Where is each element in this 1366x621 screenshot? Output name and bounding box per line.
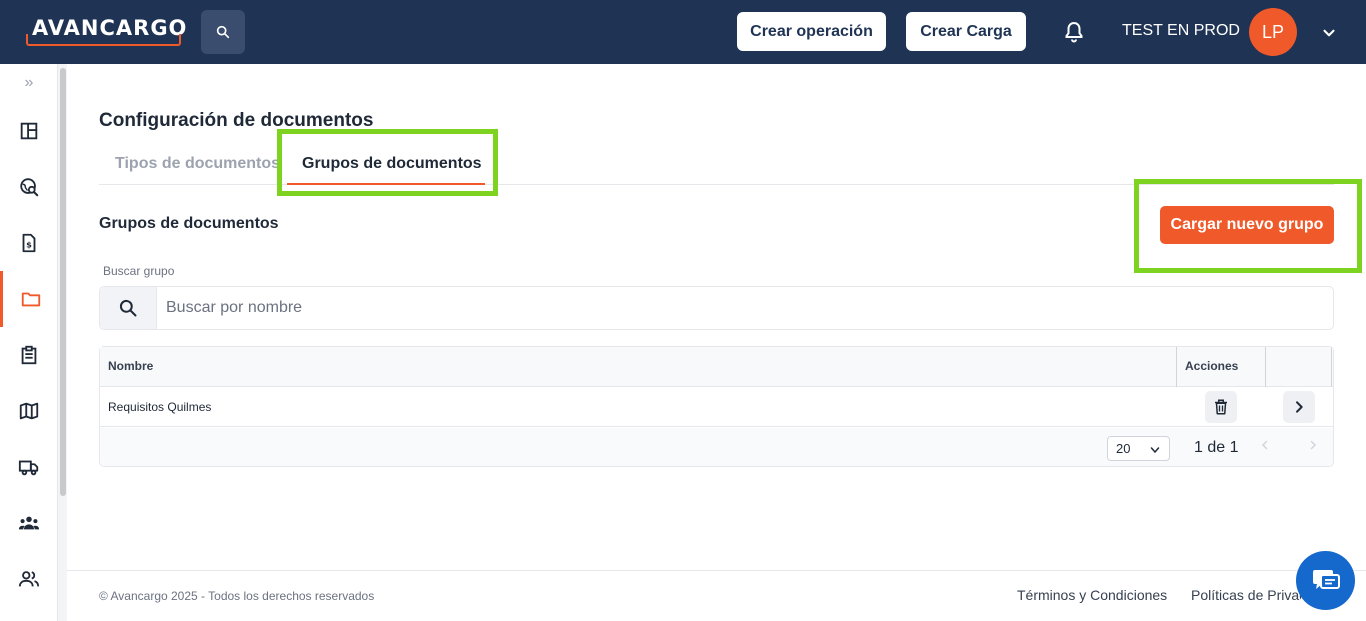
column-header-name[interactable]: Nombre xyxy=(108,359,153,373)
table-pagination: 20 1 de 1 xyxy=(100,428,1333,466)
page-info: 1 de 1 xyxy=(1194,439,1239,456)
privacy-link[interactable]: Políticas de Privacidad xyxy=(1191,587,1301,603)
table-header: Nombre Acciones xyxy=(100,347,1333,387)
logo-underline xyxy=(26,34,181,46)
sidebar-item-tracking[interactable] xyxy=(0,159,58,215)
create-load-button[interactable]: Crear Carga xyxy=(906,12,1026,51)
sidebar-item-users[interactable] xyxy=(0,551,58,607)
invoice-icon: $ xyxy=(22,233,36,253)
next-page-button[interactable] xyxy=(1304,438,1322,456)
sidebar-item-dashboard[interactable] xyxy=(0,103,58,159)
trash-icon xyxy=(1215,399,1227,415)
page-size-select[interactable]: 20 xyxy=(1107,436,1170,461)
tab-document-types[interactable]: Tipos de documentos xyxy=(115,155,280,173)
avancargo-logo[interactable]: AVANCARGO xyxy=(26,14,186,46)
users-icon xyxy=(18,571,40,587)
dashboard-icon xyxy=(20,122,38,140)
create-operation-button[interactable]: Crear operación xyxy=(737,12,886,51)
tracking-search-icon xyxy=(20,178,39,197)
map-icon xyxy=(19,402,39,420)
search-group xyxy=(99,286,1334,330)
column-separator xyxy=(1176,347,1177,387)
sidebar-item-documents[interactable] xyxy=(0,271,58,327)
highlight-box-button xyxy=(1134,179,1362,273)
groups-icon xyxy=(18,516,40,530)
chevron-down-icon xyxy=(1150,447,1160,454)
chat-icon xyxy=(1312,569,1340,589)
sidebar-item-invoices[interactable]: $ xyxy=(0,215,58,271)
chevron-left-icon xyxy=(1261,440,1268,450)
footer-divider xyxy=(67,570,1366,571)
avatar[interactable]: LP xyxy=(1249,8,1297,56)
sidebar-scrollbar-thumb[interactable] xyxy=(60,68,66,496)
user-name[interactable]: TEST EN PROD xyxy=(1122,22,1240,40)
delete-button[interactable] xyxy=(1205,391,1237,423)
open-group-button[interactable] xyxy=(1283,391,1315,423)
clipboard-icon xyxy=(21,345,37,365)
terms-link[interactable]: Términos y Condiciones xyxy=(1017,587,1167,603)
sidebar-item-groups[interactable] xyxy=(0,495,58,551)
top-header: AVANCARGO Crear operación Crear Carga TE… xyxy=(0,0,1366,64)
svg-text:$: $ xyxy=(26,240,32,250)
column-header-actions: Acciones xyxy=(1185,359,1239,373)
search-input[interactable] xyxy=(157,287,1333,329)
chevron-right-icon xyxy=(1310,440,1317,450)
chevron-right-icon xyxy=(1296,401,1303,413)
bell-icon[interactable] xyxy=(1062,20,1086,44)
prev-page-button[interactable] xyxy=(1256,438,1274,456)
search-icon xyxy=(216,25,230,39)
sidebar-expand-button[interactable]: » xyxy=(18,74,40,94)
sidebar-item-orders[interactable] xyxy=(0,327,58,383)
search-label: Buscar grupo xyxy=(103,264,175,278)
chevron-down-icon[interactable] xyxy=(1320,24,1338,42)
table-row[interactable]: Requisitos Quilmes xyxy=(100,387,1333,427)
highlight-box-tab xyxy=(277,129,498,196)
row-name: Requisitos Quilmes xyxy=(108,400,212,414)
sidebar-item-fleet[interactable] xyxy=(0,439,58,495)
search-icon xyxy=(119,299,137,317)
groups-table: Nombre Acciones Requisitos Quilmes 20 1 … xyxy=(99,346,1334,467)
column-separator xyxy=(1331,347,1332,387)
folder-icon xyxy=(21,292,40,307)
chat-button[interactable] xyxy=(1296,551,1355,610)
sidebar-item-map[interactable] xyxy=(0,383,58,439)
truck-icon xyxy=(18,460,39,476)
search-addon xyxy=(100,287,157,329)
page-size-value: 20 xyxy=(1116,441,1131,456)
column-separator xyxy=(1265,347,1266,387)
copyright: © Avancargo 2025 - Todos los derechos re… xyxy=(99,589,375,603)
section-title: Grupos de documentos xyxy=(99,215,279,232)
global-search-button[interactable] xyxy=(201,10,245,54)
